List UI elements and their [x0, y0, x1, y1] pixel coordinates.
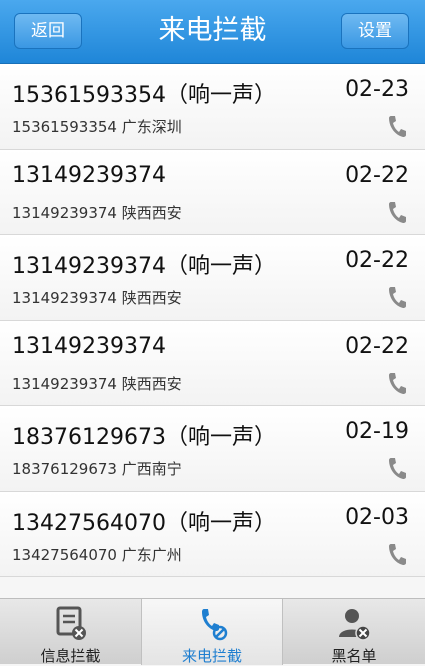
call-detail: 13149239374 陕西西安: [12, 289, 182, 307]
list-item[interactable]: 15361593354（响一声） 02-23 15361593354 广东深圳: [0, 64, 425, 150]
call-number: 13149239374（响一声）: [12, 254, 276, 279]
tab-call-block[interactable]: 来电拦截: [141, 599, 283, 665]
list-item[interactable]: 18376129673（响一声） 02-19 18376129673 广西南宁: [0, 406, 425, 492]
call-detail: 18376129673 广西南宁: [12, 460, 182, 478]
phone-icon[interactable]: [387, 285, 407, 309]
list-item[interactable]: 13149239374（响一声） 02-22 13149239374 陕西西安: [0, 235, 425, 321]
tab-label: 黑名单: [331, 647, 377, 665]
call-number: 13427564070（响一声）: [12, 510, 276, 536]
call-detail: 15361593354 广东深圳: [12, 118, 182, 136]
tab-label: 信息拦截: [40, 647, 101, 665]
blocked-call-list: 15361593354（响一声） 02-23 15361593354 广东深圳 …: [0, 64, 425, 577]
call-detail: 13149239374 陕西西安: [12, 374, 182, 393]
call-number: 13149239374: [12, 333, 166, 359]
settings-button[interactable]: 设置: [341, 13, 409, 49]
phone-icon[interactable]: [387, 114, 407, 138]
header-bar: 返回 来电拦截 设置: [0, 0, 425, 64]
phone-icon[interactable]: [387, 542, 407, 566]
list-item[interactable]: 13149239374 02-22 13149239374 陕西西安: [0, 149, 425, 235]
call-date: 02-19: [345, 419, 409, 444]
tab-label: 来电拦截: [181, 647, 242, 665]
phone-icon[interactable]: [387, 371, 407, 395]
tab-message-block[interactable]: 信息拦截: [0, 599, 141, 665]
call-date: 02-22: [345, 162, 409, 188]
call-number: 18376129673（响一声）: [12, 425, 276, 450]
phone-block-icon: [202, 609, 228, 641]
call-date: 02-22: [345, 248, 409, 273]
blacklist-user-icon: [339, 609, 371, 641]
call-detail: 13427564070 广东广州: [12, 545, 182, 564]
call-date: 02-22: [345, 333, 409, 359]
list-item[interactable]: 13427564070（响一声） 02-03 13427564070 广东广州: [0, 491, 425, 577]
phone-icon[interactable]: [387, 200, 407, 224]
call-date: 02-23: [345, 77, 409, 102]
list-item[interactable]: 13149239374 02-22 13149239374 陕西西安: [0, 320, 425, 406]
call-number: 15361593354（响一声）: [12, 83, 276, 108]
phone-icon[interactable]: [387, 456, 407, 480]
call-date: 02-03: [345, 504, 409, 530]
tab-blacklist[interactable]: 黑名单: [283, 599, 425, 665]
call-detail: 13149239374 陕西西安: [12, 203, 182, 222]
bottom-tab-bar: 信息拦截 来电拦截 黑名单: [0, 598, 425, 665]
call-number: 13149239374: [12, 162, 166, 188]
message-block-icon: [56, 606, 86, 640]
